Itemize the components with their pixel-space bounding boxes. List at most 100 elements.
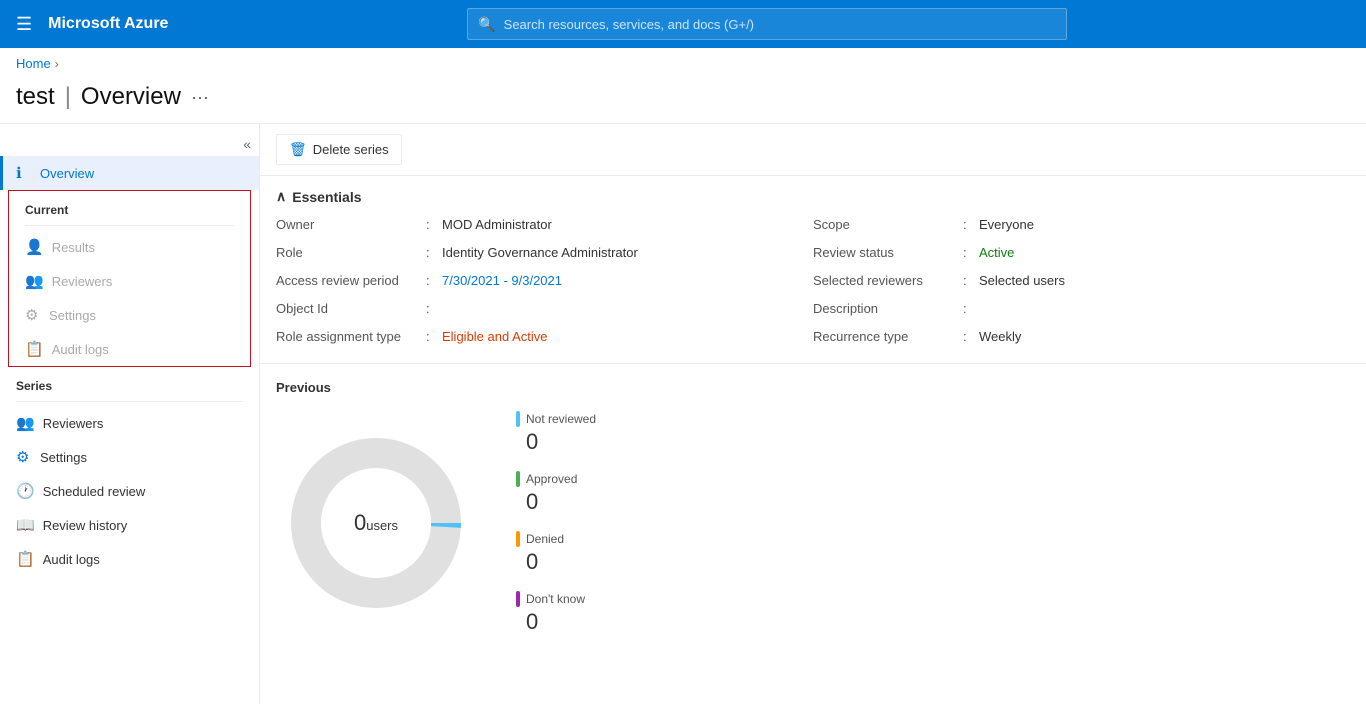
essentials-row-owner: Owner : MOD Administrator	[276, 217, 813, 239]
description-sep: :	[963, 301, 973, 316]
essentials-row-objectid: Object Id :	[276, 301, 813, 323]
sidebar-settings-label: Settings	[49, 308, 96, 323]
sidebar-item-overview[interactable]: ℹ Overview	[0, 156, 259, 190]
sidebar-item-settings-current[interactable]: ⚙ Settings	[9, 298, 250, 332]
scope-label: Scope	[813, 217, 963, 232]
page-title-name: test	[16, 83, 55, 111]
chart-legend: Not reviewed 0 Approved 0	[516, 411, 596, 635]
sidebar-item-auditlogs-current[interactable]: 📋 Audit logs	[9, 332, 250, 366]
content-area: « ℹ Overview Current 👤 Results 👥 Reviewe…	[0, 123, 1366, 704]
owner-label: Owner	[276, 217, 426, 232]
essentials-row-reviewers: Selected reviewers : Selected users	[813, 273, 1350, 295]
previous-label: Previous	[276, 380, 1350, 395]
reviewers-sep: :	[963, 273, 973, 288]
legend-denied: Denied 0	[516, 531, 596, 575]
owner-value: MOD Administrator	[442, 217, 552, 232]
search-bar[interactable]: 🔍	[467, 8, 1067, 40]
sidebar-item-review-history[interactable]: 📖 Review history	[0, 508, 259, 542]
reviewers-series-icon: 👥	[16, 414, 35, 432]
essentials-row-assignment-type: Role assignment type : Eligible and Acti…	[276, 329, 813, 351]
recurrence-sep: :	[963, 329, 973, 344]
essentials-header[interactable]: ∧ Essentials	[276, 188, 1350, 205]
scope-value: Everyone	[979, 217, 1034, 232]
essentials-row-status: Review status : Active	[813, 245, 1350, 267]
legend-dont-know: Don't know 0	[516, 591, 596, 635]
legend-not-reviewed: Not reviewed 0	[516, 411, 596, 455]
period-label: Access review period	[276, 273, 426, 288]
essentials-row-recurrence: Recurrence type : Weekly	[813, 329, 1350, 351]
series-section-label: Series	[0, 367, 259, 397]
essentials-row-description: Description :	[813, 301, 1350, 323]
collapse-icon[interactable]: «	[243, 136, 251, 152]
breadcrumb-sep: ›	[55, 57, 59, 71]
series-divider	[16, 401, 243, 402]
not-reviewed-count: 0	[526, 429, 596, 455]
objectid-label: Object Id	[276, 301, 426, 316]
breadcrumb-home[interactable]: Home	[16, 56, 51, 71]
delete-series-label: Delete series	[313, 142, 389, 157]
review-history-label: Review history	[43, 518, 128, 533]
recurrence-value: Weekly	[979, 329, 1021, 344]
menu-icon[interactable]: ☰	[12, 10, 36, 39]
denied-bar	[516, 531, 520, 547]
scheduled-review-label: Scheduled review	[43, 484, 146, 499]
owner-sep: :	[426, 217, 436, 232]
sidebar-results-label: Results	[52, 240, 95, 255]
objectid-sep: :	[426, 301, 436, 316]
essentials-label: Essentials	[292, 189, 361, 205]
right-panel: 🗑 Delete series ∧ Essentials Owner : MOD…	[260, 124, 1366, 704]
reviewers-series-label: Reviewers	[43, 416, 104, 431]
sidebar-item-scheduled-review[interactable]: 🕐 Scheduled review	[0, 474, 259, 508]
search-input[interactable]	[504, 17, 1057, 32]
collapse-button[interactable]: «	[0, 132, 259, 156]
sidebar-item-audit-logs[interactable]: 📋 Audit logs	[0, 542, 259, 576]
approved-count: 0	[526, 489, 596, 515]
essentials-right: Scope : Everyone Review status : Active …	[813, 217, 1350, 351]
dont-know-label: Don't know	[526, 592, 585, 606]
page-title-sub: Overview	[81, 83, 181, 111]
page-header: test | Overview ···	[0, 79, 1366, 123]
not-reviewed-bar	[516, 411, 520, 427]
essentials-row-period: Access review period : 7/30/2021 - 9/3/2…	[276, 273, 813, 295]
sidebar-overview-label: Overview	[40, 166, 94, 181]
not-reviewed-label: Not reviewed	[526, 412, 596, 426]
status-sep: :	[963, 245, 973, 260]
approved-label: Approved	[526, 472, 577, 486]
settings-icon: ⚙	[25, 306, 41, 324]
more-options-icon[interactable]: ···	[191, 87, 209, 108]
scheduled-icon: 🕐	[16, 482, 35, 500]
toolbar: 🗑 Delete series	[260, 124, 1366, 176]
results-icon: 👤	[25, 238, 44, 256]
essentials-collapse-icon: ∧	[276, 188, 286, 205]
divider	[25, 225, 234, 226]
sidebar-reviewers-label: Reviewers	[52, 274, 113, 289]
reviewers-value: Selected users	[979, 273, 1065, 288]
legend-top-denied: Denied	[516, 531, 596, 547]
breadcrumb: Home ›	[0, 48, 1366, 79]
period-value[interactable]: 7/30/2021 - 9/3/2021	[442, 273, 562, 288]
delete-series-button[interactable]: 🗑 Delete series	[276, 134, 402, 165]
current-section-label: Current	[9, 191, 250, 221]
app-title: Microsoft Azure	[48, 15, 168, 33]
topbar: ☰ Microsoft Azure 🔍	[0, 0, 1366, 48]
reviewers-icon: 👥	[25, 272, 44, 290]
essentials-row-role: Role : Identity Governance Administrator	[276, 245, 813, 267]
sidebar-item-reviewers-current[interactable]: 👥 Reviewers	[9, 264, 250, 298]
dont-know-bar	[516, 591, 520, 607]
period-sep: :	[426, 273, 436, 288]
history-icon: 📖	[16, 516, 35, 534]
sidebar: « ℹ Overview Current 👤 Results 👥 Reviewe…	[0, 124, 260, 704]
info-icon: ℹ	[16, 164, 32, 182]
previous-section: Previous 0users	[260, 364, 1366, 651]
sidebar-item-reviewers[interactable]: 👥 Reviewers	[0, 406, 259, 440]
essentials-grid: Owner : MOD Administrator Role : Identit…	[276, 217, 1350, 351]
recurrence-label: Recurrence type	[813, 329, 963, 344]
assignment-value: Eligible and Active	[442, 329, 548, 344]
assignment-sep: :	[426, 329, 436, 344]
sidebar-item-results[interactable]: 👤 Results	[9, 230, 250, 264]
status-label: Review status	[813, 245, 963, 260]
status-value: Active	[979, 245, 1014, 260]
sidebar-item-settings[interactable]: ⚙ Settings	[0, 440, 259, 474]
legend-approved: Approved 0	[516, 471, 596, 515]
denied-count: 0	[526, 549, 596, 575]
